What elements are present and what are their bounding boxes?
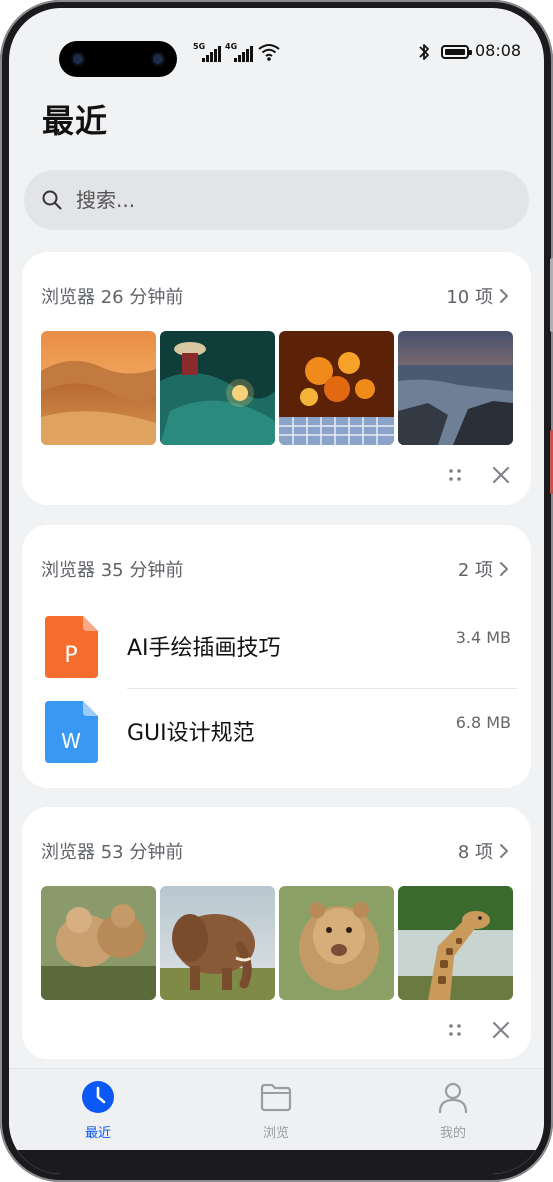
tab-mine[interactable]: 我的 — [393, 1069, 513, 1153]
tab-label: 我的 — [439, 1126, 466, 1141]
battery-icon — [441, 45, 472, 59]
chevron-right-icon — [500, 844, 508, 858]
front-camera — [59, 41, 177, 77]
search-bar[interactable] — [24, 170, 529, 230]
recent-card-browser-53min[interactable]: 浏览器 53 分钟前 8 项 — [22, 807, 531, 1059]
thumbnail-rocky-coast[interactable] — [398, 331, 513, 445]
camera-sensor — [153, 54, 163, 64]
card-actions — [446, 1021, 510, 1039]
close-icon[interactable] — [492, 1021, 510, 1039]
screen: 5G 4G 08:08 最近 搜索... 浏览器 26 分钟前 10 项 浏览器… — [9, 8, 544, 1174]
card-item-count[interactable]: 10 项 — [446, 283, 509, 309]
person-icon — [438, 1082, 468, 1114]
card-actions — [446, 466, 510, 484]
tab-label: 最近 — [84, 1126, 111, 1141]
word-file-icon: W — [45, 701, 98, 763]
bluetooth-icon — [419, 44, 429, 60]
file-row-ai-illustration[interactable]: P AI手绘插画技巧 3.4 MB — [22, 606, 531, 690]
card-header: 浏览器 26 分钟前 — [41, 287, 184, 308]
ppt-file-icon: P — [45, 616, 98, 678]
tab-recent[interactable]: 最近 — [38, 1069, 158, 1153]
status-bar: 5G 4G 08:08 — [9, 8, 544, 77]
file-row-gui-spec[interactable]: W GUI设计规范 6.8 MB — [22, 691, 531, 775]
status-time: 08:08 — [475, 41, 522, 60]
recent-card-browser-26min[interactable]: 浏览器 26 分钟前 10 项 — [22, 252, 531, 505]
card-count-label: 2 项 — [457, 560, 493, 581]
file-name: GUI设计规范 — [127, 721, 255, 746]
thumbnail-desert-dunes[interactable] — [41, 331, 156, 445]
card-count-label: 10 项 — [446, 287, 493, 308]
search-input[interactable] — [76, 184, 476, 216]
card-item-count[interactable]: 8 项 — [458, 838, 509, 864]
drag-handle-icon[interactable] — [446, 1021, 464, 1039]
camera-lens — [73, 54, 83, 64]
card-header: 浏览器 35 分钟前 — [41, 560, 184, 581]
folder-icon — [260, 1083, 292, 1112]
search-icon — [42, 190, 62, 210]
file-size: 6.8 MB — [455, 713, 511, 732]
thumbnail-elephant[interactable] — [160, 886, 275, 1000]
clock-icon — [82, 1081, 114, 1113]
tab-label: 浏览 — [262, 1126, 289, 1141]
thumbnail-orange-flowers[interactable] — [279, 331, 394, 445]
card-header: 浏览器 53 分钟前 — [41, 842, 184, 863]
divider — [127, 688, 517, 689]
chevron-right-icon — [500, 289, 508, 303]
phone-frame: 5G 4G 08:08 最近 搜索... 浏览器 26 分钟前 10 项 浏览器… — [0, 0, 553, 1182]
bottom-bezel — [9, 1150, 544, 1174]
file-size: 3.4 MB — [455, 628, 511, 647]
svg-text:W: W — [61, 729, 81, 753]
recent-card-browser-35min[interactable]: 浏览器 35 分钟前 2 项 P AI手绘插画技巧 3.4 MB W GUI设计… — [22, 525, 531, 788]
thumbnail-strip — [41, 331, 513, 445]
wifi-icon — [258, 44, 280, 61]
svg-text:P: P — [64, 643, 77, 668]
file-name: AI手绘插画技巧 — [127, 636, 281, 661]
card-count-label: 8 项 — [457, 842, 493, 863]
thumbnail-giraffe[interactable] — [398, 886, 513, 1000]
tab-browse[interactable]: 浏览 — [216, 1069, 336, 1153]
drag-handle-icon[interactable] — [446, 466, 464, 484]
thumbnail-lioness[interactable] — [279, 886, 394, 1000]
page-title: 最近 — [42, 102, 109, 140]
thumbnail-strip — [41, 886, 513, 1000]
chevron-right-icon — [500, 562, 508, 576]
thumbnail-fisherman[interactable] — [160, 331, 275, 445]
thumbnail-lion-cubs[interactable] — [41, 886, 156, 1000]
card-item-count[interactable]: 2 项 — [458, 556, 509, 582]
close-icon[interactable] — [492, 466, 510, 484]
